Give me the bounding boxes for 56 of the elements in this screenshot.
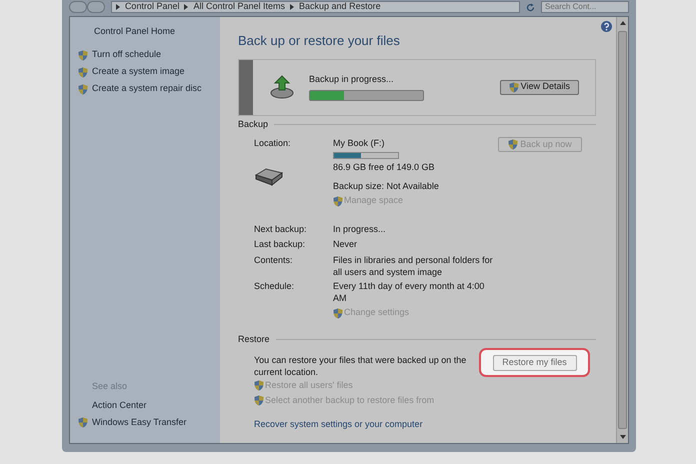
breadcrumb[interactable]: All Control Panel Items — [193, 0, 286, 14]
restore-description: You can restore your files that were backed up on the current location. — [254, 354, 468, 378]
free-space-text: 86.9 GB free of 149.0 GB — [333, 160, 436, 174]
field-label: Last backup: — [254, 238, 306, 251]
field-label: Schedule: — [254, 280, 296, 292]
shield-icon — [254, 380, 264, 391]
status-text: Backup in progress... — [309, 73, 395, 86]
breadcrumb[interactable]: Backup and Restore — [299, 0, 381, 14]
field-label: Next backup: — [254, 222, 308, 236]
sidebar-link[interactable]: Control Panel Home — [94, 25, 220, 38]
status-strip — [239, 60, 253, 114]
view-details-button[interactable]: View Details — [500, 80, 579, 94]
shield-icon — [333, 308, 343, 318]
breadcrumb[interactable]: Control Panel — [124, 0, 180, 14]
search-field[interactable]: Search Cont... — [541, 1, 630, 13]
back-button[interactable] — [69, 1, 87, 13]
scroll-down-icon[interactable] — [620, 435, 626, 439]
scrollbar[interactable] — [616, 17, 628, 443]
see-also-heading: See also — [92, 380, 128, 392]
field-value: Files in libraries and personal folders for all users and system image — [333, 254, 493, 278]
address-bar[interactable]: Control Panel All Control Panel Items Backup and Restore — [110, 1, 520, 13]
sidebar-link[interactable]: Create a system repair disc — [92, 82, 202, 96]
recover-link[interactable]: Recover system settings or your computer — [254, 418, 479, 432]
hard-drive-icon — [254, 166, 284, 186]
section-heading: Restore — [238, 332, 270, 346]
shield-icon — [508, 139, 518, 150]
sidebar-link[interactable]: Action Center — [92, 398, 147, 412]
shield-icon — [78, 417, 88, 428]
field-label: Contents: — [254, 254, 294, 266]
page-title: Back up or restore your files — [238, 32, 401, 50]
shield-icon — [78, 66, 88, 78]
drive-upload-icon — [269, 74, 295, 100]
chevron-icon — [290, 4, 294, 10]
chevron-icon — [116, 4, 120, 10]
field-label: Location: — [254, 137, 292, 150]
forward-button[interactable] — [86, 1, 105, 13]
sidebar-link[interactable]: Create a system image — [92, 65, 185, 79]
drive-name: My Book (F:) — [333, 137, 386, 150]
field-value: Every 11th day of every month at 4:00 AM — [333, 280, 486, 304]
shield-icon — [254, 395, 264, 406]
shield-icon — [333, 196, 343, 206]
scroll-up-icon[interactable] — [620, 21, 626, 25]
help-icon[interactable] — [601, 21, 612, 32]
refresh-icon[interactable] — [526, 2, 536, 12]
shield-icon — [78, 84, 88, 94]
shield-icon — [78, 50, 88, 60]
sidebar-link[interactable]: Windows Easy Transfer — [92, 416, 187, 430]
field-value: Never — [333, 238, 358, 251]
section-heading: Backup — [238, 118, 268, 131]
shield-icon — [508, 82, 519, 92]
chevron-icon — [184, 4, 188, 10]
field-value: In progress... — [333, 222, 387, 236]
sidebar-link[interactable]: Turn off schedule — [92, 48, 162, 62]
backup-size-text: Backup size: Not Available — [333, 180, 440, 193]
restore-my-files-button[interactable]: Restore my files — [492, 354, 576, 370]
scroll-thumb[interactable] — [618, 31, 627, 429]
